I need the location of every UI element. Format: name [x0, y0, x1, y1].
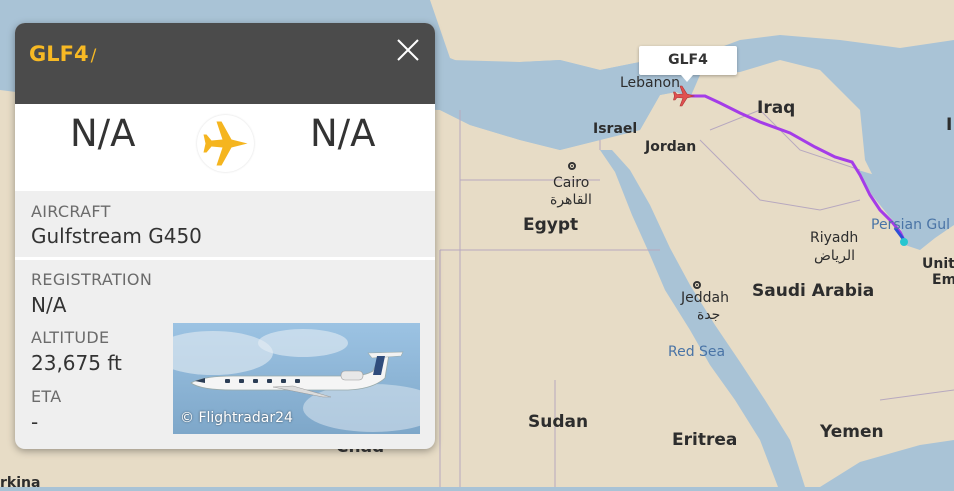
- panel-header: GLF4/: [15, 23, 435, 104]
- registration-value: N/A: [31, 293, 67, 317]
- label-eritrea: Eritrea: [672, 430, 738, 450]
- label-iran-partial: I: [946, 115, 953, 135]
- destination-code: N/A: [310, 112, 376, 155]
- label-jeddah-ar: جدة: [697, 307, 721, 323]
- label-burkina-partial: rkina: [0, 475, 41, 491]
- aircraft-photo[interactable]: © Flightradar24: [173, 323, 420, 434]
- callsign-text: GLF4: [29, 42, 89, 66]
- label-cairo: Cairo: [553, 175, 590, 191]
- label-red-sea: Red Sea: [668, 344, 726, 360]
- label-lebanon: Lebanon: [620, 75, 680, 91]
- airplane-icon: [203, 121, 248, 166]
- label-iraq: Iraq: [757, 98, 796, 118]
- label-egypt: Egypt: [523, 215, 579, 235]
- label-cairo-ar: القاهرة: [550, 192, 592, 208]
- aircraft-label: AIRCRAFT: [31, 202, 111, 221]
- label-saudi-arabia: Saudi Arabia: [752, 281, 875, 301]
- close-icon[interactable]: [395, 37, 421, 63]
- label-sudan: Sudan: [528, 412, 589, 432]
- label-israel: Israel: [593, 121, 638, 137]
- eta-label: ETA: [31, 387, 62, 406]
- route-section: N/A N/A: [15, 104, 435, 188]
- label-riyadh: Riyadh: [810, 230, 859, 246]
- flight-tag-label: GLF4: [668, 52, 708, 68]
- airplane-icon-circle: [197, 115, 254, 172]
- label-emirates: Em: [932, 272, 954, 288]
- divider: [15, 188, 435, 191]
- label-yemen: Yemen: [820, 422, 884, 442]
- close-button[interactable]: [395, 37, 421, 63]
- divider: [15, 257, 435, 260]
- city-dot-jeddah: [693, 281, 701, 289]
- label-united: Unite: [922, 256, 954, 272]
- eta-value: -: [31, 410, 39, 434]
- flight-tag[interactable]: GLF4: [639, 46, 737, 82]
- route-end-marker: [900, 238, 908, 246]
- altitude-label: ALTITUDE: [31, 328, 110, 347]
- callsign-suffix: /: [90, 46, 97, 66]
- label-jordan: Jordan: [645, 139, 697, 155]
- origin-code: N/A: [70, 112, 136, 155]
- photo-credit: © Flightradar24: [180, 410, 293, 426]
- label-riyadh-ar: الرياض: [814, 248, 855, 264]
- aircraft-value: Gulfstream G450: [31, 224, 202, 248]
- registration-label: REGISTRATION: [31, 270, 153, 289]
- city-dot-cairo: [568, 162, 576, 170]
- label-persian-gulf: Persian Gul: [871, 217, 951, 233]
- label-jeddah: Jeddah: [681, 290, 729, 306]
- altitude-value: 23,675 ft: [31, 351, 122, 375]
- callsign: GLF4/: [29, 42, 96, 66]
- flight-info-panel: GLF4/ N/A N/A AIRCRAFT Gulfstream G450 R…: [15, 23, 435, 449]
